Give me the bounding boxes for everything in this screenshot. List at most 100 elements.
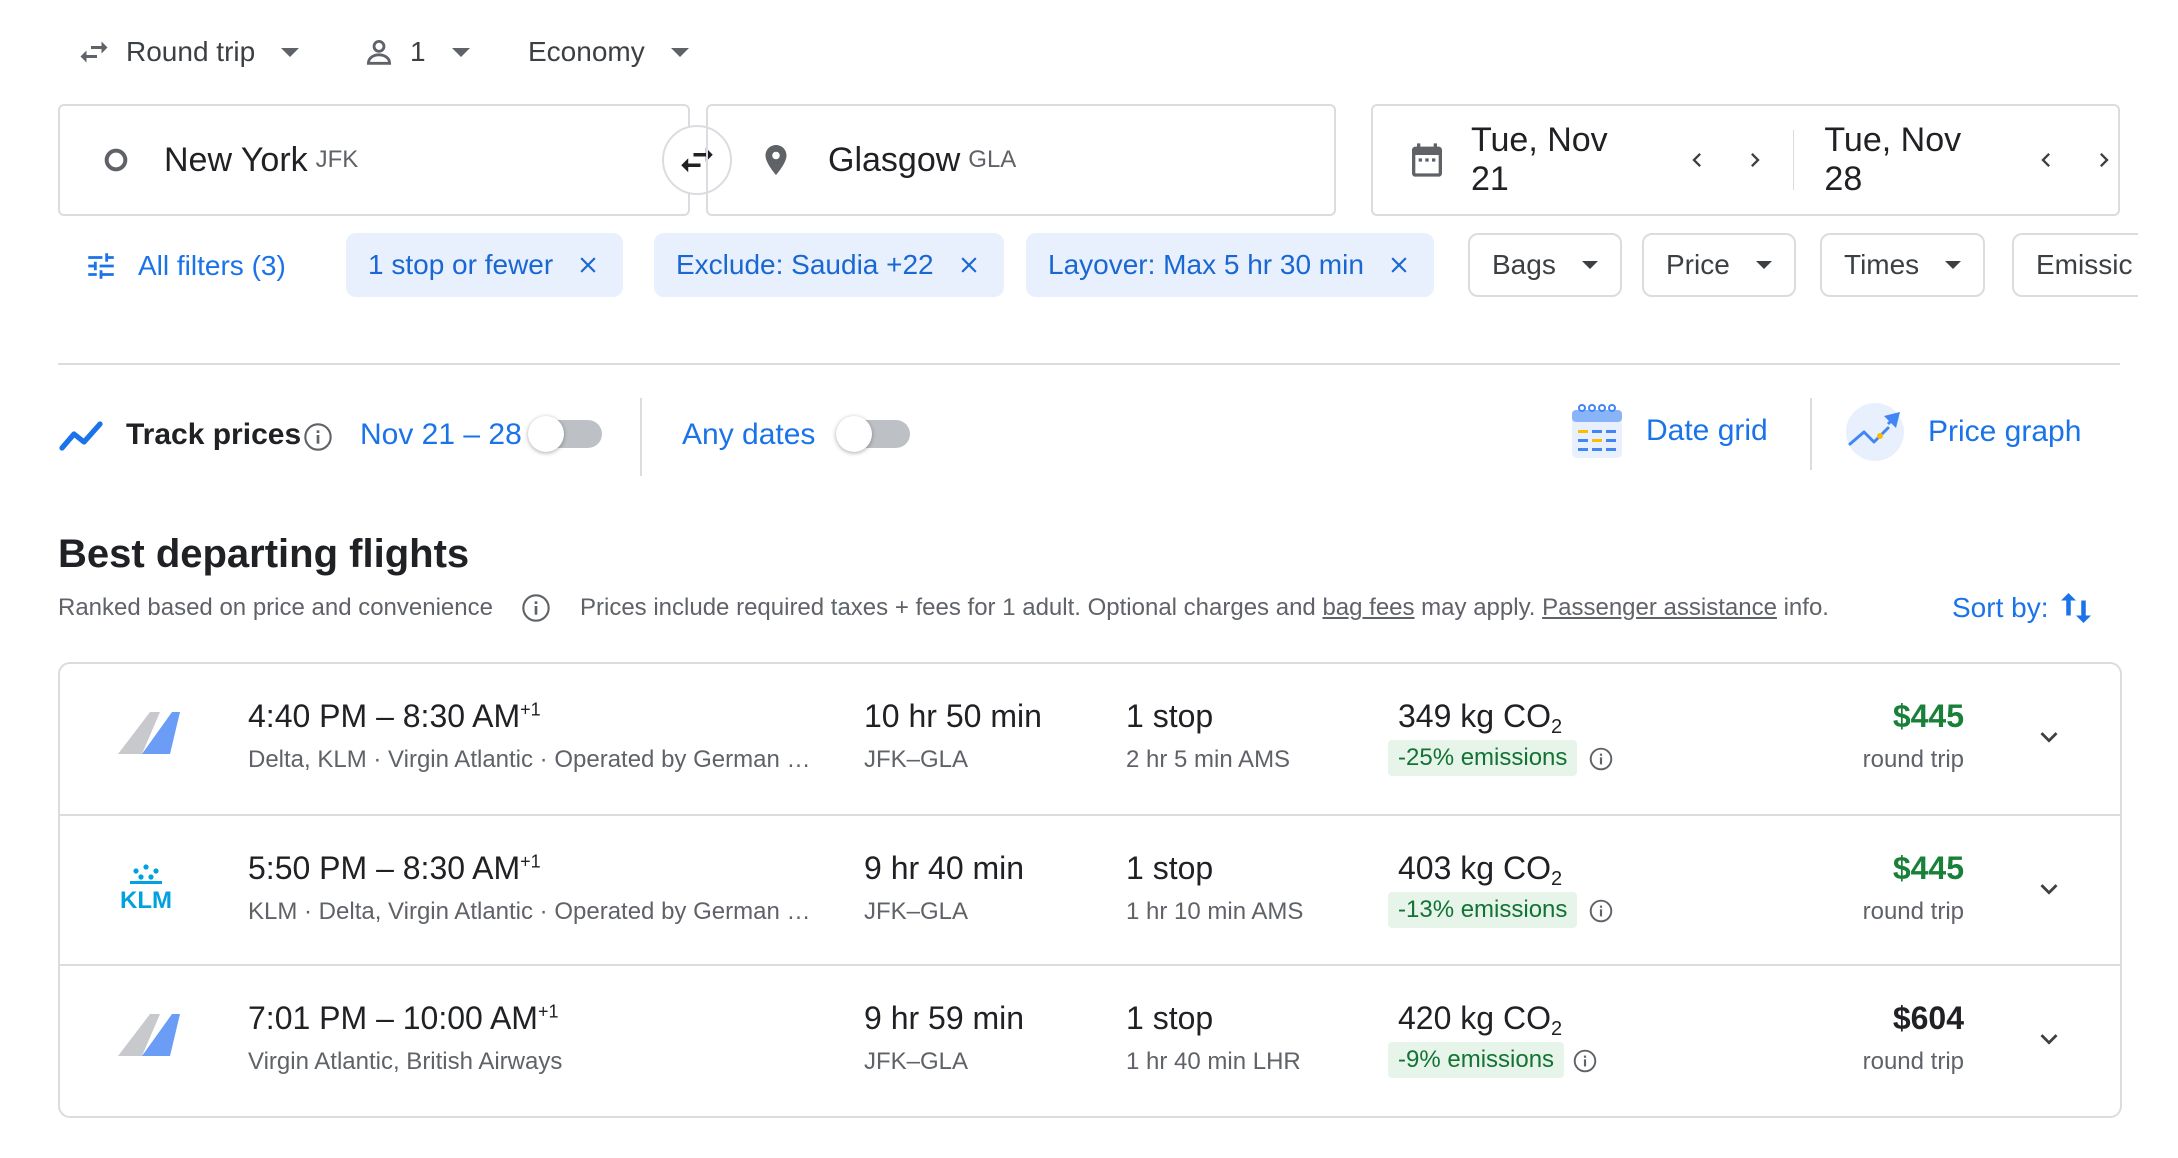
location-pin-icon (758, 142, 794, 178)
depart-date[interactable]: Tue, Nov 21 (1471, 121, 1641, 199)
flight-co2: 349 kg CO2 (1398, 698, 1563, 738)
info-icon[interactable] (302, 421, 334, 458)
expand-button[interactable] (2032, 1022, 2066, 1061)
expand-button[interactable] (2032, 872, 2066, 911)
flight-duration: 9 hr 59 min (864, 1000, 1025, 1036)
origin-field[interactable]: New York JFK (58, 104, 690, 216)
depart-next-button[interactable] (1741, 146, 1769, 174)
emissions-badge: -13% emissions (1388, 892, 1578, 928)
prices-note: Prices include required taxes + fees for… (580, 594, 1829, 622)
flight-layover: 1 hr 40 min LHR (1126, 1048, 1301, 1075)
person-icon (362, 35, 396, 69)
any-dates-label: Any dates (682, 418, 816, 451)
flight-duration: 10 hr 50 min (864, 698, 1042, 734)
expand-button[interactable] (2032, 720, 2066, 759)
chevron-down-icon (2040, 1034, 2058, 1045)
origin-city: New York (164, 140, 308, 179)
filter-times-dropdown[interactable]: Times (1820, 233, 1986, 297)
date-divider (1792, 130, 1795, 190)
price-note: round trip (1862, 1048, 1964, 1075)
price-graph-button[interactable]: Price graph (1844, 402, 2081, 462)
filter-chip-airlines[interactable]: Exclude: Saudia +22 (654, 233, 1004, 297)
dropdown-label: Price (1666, 249, 1730, 280)
close-icon[interactable] (956, 252, 982, 278)
sort-by-button[interactable]: Sort by: (1952, 588, 2094, 628)
passengers-select[interactable]: 1 (362, 30, 470, 74)
destination-field[interactable]: Glasgow GLA (706, 104, 1336, 216)
sort-by-label: Sort by: (1952, 592, 2049, 623)
date-grid-label: Date grid (1646, 414, 1768, 447)
filter-emissions-dropdown[interactable]: Emissic (2012, 233, 2138, 297)
depart-prev-button[interactable] (1683, 146, 1711, 174)
airline-logo-tail (112, 708, 182, 761)
info-icon[interactable] (520, 592, 552, 629)
track-prices-label: Track prices (126, 418, 302, 451)
dropdown-label: Bags (1492, 249, 1556, 280)
tune-icon (84, 249, 118, 283)
price-graph-label: Price graph (1928, 415, 2082, 448)
plus-day: +1 (520, 699, 541, 720)
swap-arrows-icon (76, 34, 112, 70)
trip-type-select[interactable]: Round trip (76, 30, 300, 74)
prices-note-text: info. (1776, 594, 1829, 621)
all-filters-button[interactable]: All filters (3) (84, 244, 286, 288)
flight-row[interactable]: KLM 5:50 PM – 8:30 AM+1 KLM · Delta, Vir… (60, 814, 2120, 966)
origin-code: JFK (315, 146, 359, 173)
price-note: round trip (1862, 898, 1964, 925)
return-prev-button[interactable] (2032, 146, 2060, 174)
emissions-badge: -25% emissions (1388, 740, 1578, 776)
close-icon[interactable] (575, 252, 601, 278)
chevron-right-icon (1750, 153, 1760, 167)
flight-airlines: Virgin Atlantic, British Airways (248, 1048, 563, 1075)
filter-chip-stops[interactable]: 1 stop or fewer (346, 233, 624, 297)
chip-label: Layover: Max 5 hr 30 min (1048, 249, 1364, 280)
close-icon[interactable] (1386, 252, 1412, 278)
emissions-badge: -9% emissions (1388, 1042, 1565, 1078)
flight-row[interactable]: 7:01 PM – 10:00 AM+1 Virgin Atlantic, Br… (60, 964, 2120, 1116)
chevron-down-icon (1755, 261, 1772, 269)
track-prices-toggle[interactable] (528, 416, 602, 452)
info-icon[interactable] (1572, 1048, 1598, 1079)
chevron-left-icon (1691, 153, 1701, 167)
trending-icon (58, 416, 106, 461)
plus-day: +1 (520, 851, 541, 872)
flight-route: JFK–GLA (864, 898, 969, 925)
filter-bags-dropdown[interactable]: Bags (1468, 233, 1622, 297)
flight-times: 4:40 PM – 8:30 AM+1 (248, 698, 541, 734)
filter-chip-layover[interactable]: Layover: Max 5 hr 30 min (1026, 233, 1434, 297)
flight-times: 7:01 PM – 10:00 AM+1 (248, 1000, 559, 1036)
flight-airlines: Delta, KLM · Virgin Atlantic · Operated … (248, 746, 811, 773)
flight-co2: 403 kg CO2 (1398, 850, 1563, 890)
flight-route: JFK–GLA (864, 746, 969, 773)
passenger-assistance-link[interactable]: Passenger assistance (1542, 594, 1777, 621)
return-date[interactable]: Tue, Nov 28 (1824, 121, 1994, 199)
filter-price-dropdown[interactable]: Price (1642, 233, 1796, 297)
info-icon[interactable] (1588, 746, 1614, 777)
prices-note-text: may apply. (1414, 594, 1543, 621)
flight-price: $445 (1892, 850, 1964, 886)
flight-stops: 1 stop (1126, 1000, 1214, 1036)
chevron-left-icon (2041, 153, 2050, 167)
toolbar-divider (640, 398, 642, 476)
calendar-icon (1407, 140, 1447, 180)
chevron-down-icon (2040, 732, 2058, 743)
toolbar-divider (1810, 398, 1812, 470)
return-next-button[interactable] (2090, 146, 2118, 174)
info-icon[interactable] (1588, 898, 1614, 929)
chip-label: Exclude: Saudia +22 (676, 249, 934, 280)
svg-text:KLM: KLM (120, 887, 172, 912)
any-dates-toggle[interactable] (836, 416, 910, 452)
origin-circle-icon (100, 144, 132, 176)
flight-stops: 1 stop (1126, 850, 1214, 886)
chevron-down-icon (451, 47, 470, 57)
bag-fees-link[interactable]: bag fees (1322, 594, 1414, 621)
flight-layover: 2 hr 5 min AMS (1126, 746, 1291, 773)
cabin-select[interactable]: Economy (528, 30, 689, 74)
flight-row[interactable]: 4:40 PM – 8:30 AM+1 Delta, KLM · Virgin … (60, 664, 2120, 814)
cabin-label: Economy (528, 36, 645, 67)
date-grid-button[interactable]: Date grid (1570, 402, 1768, 460)
destination-code: GLA (968, 146, 1017, 173)
trip-type-label: Round trip (126, 36, 256, 67)
chevron-down-icon (670, 47, 689, 57)
all-filters-label: All filters (3) (138, 250, 286, 281)
